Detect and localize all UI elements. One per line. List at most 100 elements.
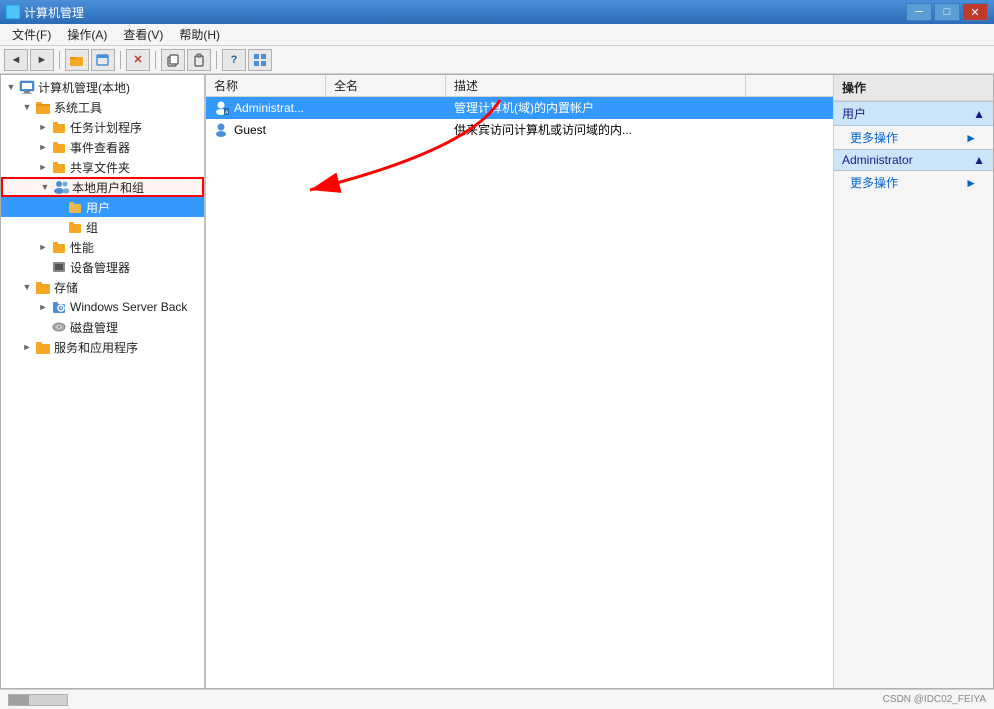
tree-item-diskmgr[interactable]: 磁盘管理 — [1, 317, 204, 337]
storage-icon — [35, 279, 51, 295]
cell-guest-fullname — [326, 128, 446, 132]
right-container: 名称 全名 描述 A Administrat... — [206, 75, 993, 688]
expand-storage[interactable]: ▼ — [19, 279, 35, 295]
tree-item-localusers[interactable]: ▼ 本地用户和组 — [1, 177, 204, 197]
tree-item-shares[interactable]: ► 共享文件夹 — [1, 157, 204, 177]
toolbar-copy-button[interactable] — [161, 49, 185, 71]
devmgr-icon — [51, 259, 67, 275]
expand-root[interactable]: ▼ — [3, 79, 19, 95]
actions-section-admin[interactable]: Administrator ▲ — [834, 149, 993, 171]
tree-item-tasks[interactable]: ► 任务计划程序 — [1, 117, 204, 137]
left-tree-panel: ▼ 计算机管理(本地) ▼ 系统工具 ► 任务计划程序 — [1, 75, 206, 688]
actions-header: 操作 — [834, 75, 993, 101]
toolbar-help-button[interactable]: ? — [222, 49, 246, 71]
actions-item-more-users[interactable]: 更多操作 ► — [834, 126, 993, 149]
actions-panel: 操作 用户 ▲ 更多操作 ► Administrator ▲ 更多操作 ► — [833, 75, 993, 688]
col-fullname[interactable]: 全名 — [326, 75, 446, 96]
main-container: ▼ 计算机管理(本地) ▼ 系统工具 ► 任务计划程序 — [0, 74, 994, 689]
toolbar: ◄ ► ✕ ? — [0, 46, 994, 74]
menu-view[interactable]: 查看(V) — [115, 24, 171, 45]
tree-item-systools[interactable]: ▼ 系统工具 — [1, 97, 204, 117]
tree-item-groups[interactable]: 组 — [1, 217, 204, 237]
menu-action[interactable]: 操作(A) — [59, 24, 115, 45]
menu-help[interactable]: 帮助(H) — [171, 24, 228, 45]
expand-systools[interactable]: ▼ — [19, 99, 35, 115]
tree-item-perf[interactable]: ► 性能 — [1, 237, 204, 257]
list-row-guest[interactable]: Guest 供来宾访问计算机或访问域的内... — [206, 119, 833, 141]
tree-item-services[interactable]: ► 服务和应用程序 — [1, 337, 204, 357]
title-bar: 计算机管理 ─ □ ✕ — [0, 0, 994, 24]
users-folder-icon — [67, 199, 83, 215]
expand-shares[interactable]: ► — [35, 159, 51, 175]
minimize-button[interactable]: ─ — [906, 3, 932, 21]
toolbar-window-button[interactable] — [91, 49, 115, 71]
forward-button[interactable]: ► — [30, 49, 54, 71]
toolbar-folder-button[interactable] — [65, 49, 89, 71]
expand-services[interactable]: ► — [19, 339, 35, 355]
expand-groups — [51, 219, 67, 235]
tasks-icon — [51, 119, 67, 135]
maximize-button[interactable]: □ — [934, 3, 960, 21]
expand-wsbk[interactable]: ► — [35, 299, 51, 315]
tree-item-devmgr[interactable]: 设备管理器 — [1, 257, 204, 277]
list-row-administrator[interactable]: A Administrat... 管理计算机(域)的内置帐户 — [206, 97, 833, 119]
actions-item-more-admin[interactable]: 更多操作 ► — [834, 171, 993, 194]
tree-item-users[interactable]: 用户 — [1, 197, 204, 217]
tree-label-systools: 系统工具 — [54, 99, 102, 116]
localusers-icon — [53, 179, 69, 195]
expand-devmgr — [35, 259, 51, 275]
toolbar-view-button[interactable] — [248, 49, 272, 71]
toolbar-separator-2 — [120, 51, 121, 69]
cell-guest-description: 供来宾访问计算机或访问域的内... — [446, 119, 746, 140]
window-title: 计算机管理 — [24, 4, 84, 21]
expand-perf[interactable]: ► — [35, 239, 51, 255]
tree-label-events: 事件查看器 — [70, 139, 130, 156]
tree-label-groups: 组 — [86, 219, 98, 236]
diskmgr-icon — [51, 319, 67, 335]
tree-item-wsbk[interactable]: ► Windows Server Back — [1, 297, 204, 317]
window-controls: ─ □ ✕ — [906, 3, 988, 21]
status-bar: CSDN @IDC02_FEIYA — [0, 689, 994, 709]
tree-label-wsbk: Windows Server Back — [70, 300, 187, 314]
tree-label-diskmgr: 磁盘管理 — [70, 319, 118, 336]
toolbar-separator-3 — [155, 51, 156, 69]
app-icon — [6, 5, 20, 19]
wsbk-icon — [51, 299, 67, 315]
groups-folder-icon — [67, 219, 83, 235]
tree-label-services: 服务和应用程序 — [54, 339, 138, 356]
content-panel: 名称 全名 描述 A Administrat... — [206, 75, 833, 688]
expand-users — [51, 199, 67, 215]
tree-label-shares: 共享文件夹 — [70, 159, 130, 176]
cell-guest-name: Guest — [206, 120, 326, 140]
shares-icon — [51, 159, 67, 175]
col-name[interactable]: 名称 — [206, 75, 326, 96]
toolbar-separator-4 — [216, 51, 217, 69]
tree-item-root[interactable]: ▼ 计算机管理(本地) — [1, 77, 204, 97]
menu-file[interactable]: 文件(F) — [4, 24, 59, 45]
close-button[interactable]: ✕ — [962, 3, 988, 21]
actions-section-users[interactable]: 用户 ▲ — [834, 101, 993, 126]
tree-item-storage[interactable]: ▼ 存储 — [1, 277, 204, 297]
cell-admin-description: 管理计算机(域)的内置帐户 — [446, 97, 746, 118]
tree-label-perf: 性能 — [70, 239, 94, 256]
list-header: 名称 全名 描述 — [206, 75, 833, 97]
horizontal-scrollbar[interactable] — [8, 694, 68, 706]
watermark: CSDN @IDC02_FEIYA — [883, 694, 986, 705]
expand-localusers[interactable]: ▼ — [37, 179, 53, 195]
expand-events[interactable]: ► — [35, 139, 51, 155]
toolbar-separator-1 — [59, 51, 60, 69]
computer-icon — [19, 79, 35, 95]
expand-tasks[interactable]: ► — [35, 119, 51, 135]
tree-item-events[interactable]: ► 事件查看器 — [1, 137, 204, 157]
col-description[interactable]: 描述 — [446, 75, 746, 96]
tree-label-storage: 存储 — [54, 279, 78, 296]
events-icon — [51, 139, 67, 155]
tree-label-users: 用户 — [86, 199, 110, 216]
back-button[interactable]: ◄ — [4, 49, 28, 71]
tree-label-devmgr: 设备管理器 — [70, 259, 130, 276]
expand-diskmgr — [35, 319, 51, 335]
cell-admin-name: A Administrat... — [206, 98, 326, 118]
perf-icon — [51, 239, 67, 255]
toolbar-paste-button[interactable] — [187, 49, 211, 71]
toolbar-delete-button[interactable]: ✕ — [126, 49, 150, 71]
